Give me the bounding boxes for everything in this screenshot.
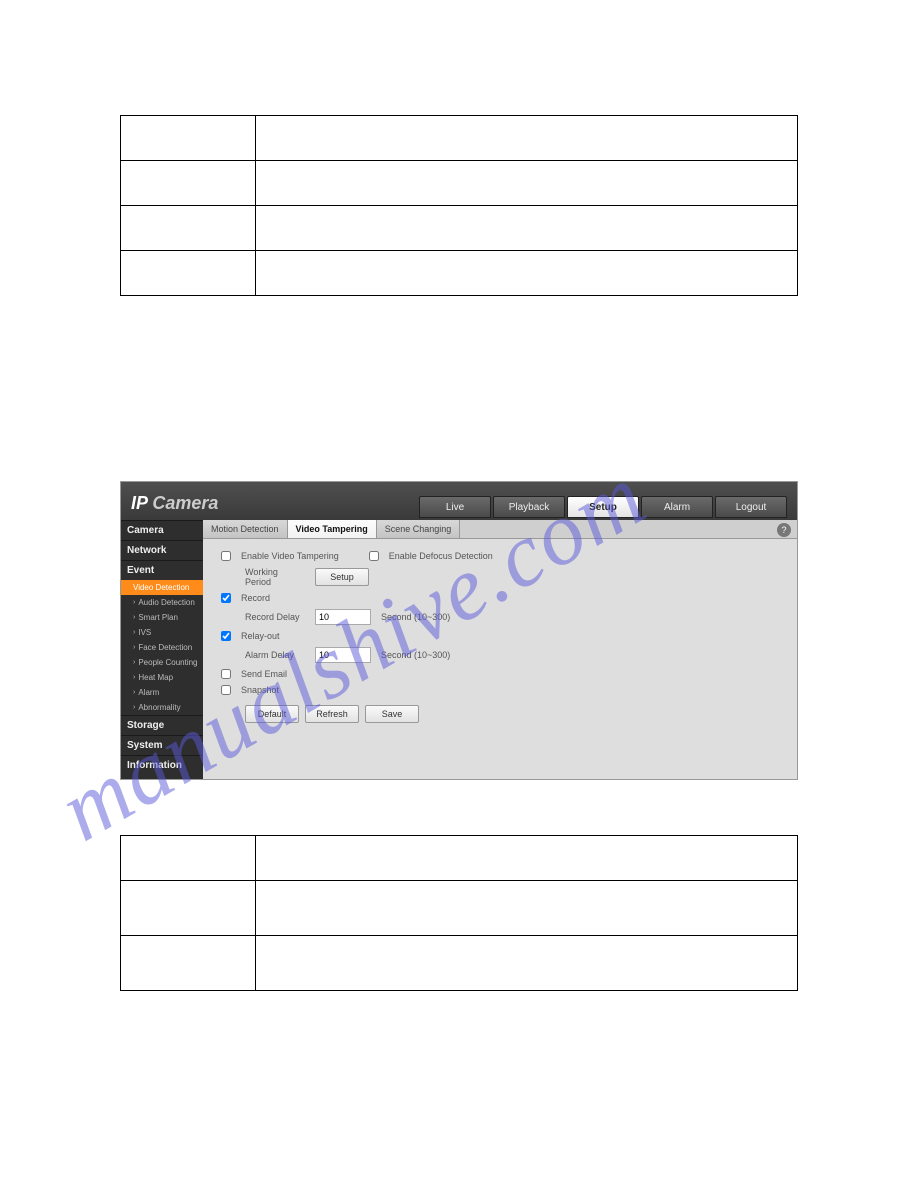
table-cell bbox=[121, 116, 256, 161]
table-cell bbox=[256, 161, 798, 206]
brand-logo: IP Camera bbox=[131, 493, 218, 514]
sidebar-sub-alarm[interactable]: ›Alarm bbox=[121, 685, 203, 700]
tab-logout[interactable]: Logout bbox=[715, 496, 787, 518]
table-cell bbox=[256, 936, 798, 991]
enable-defocus-detection-checkbox[interactable] bbox=[369, 551, 379, 561]
alarm-delay-label: Alarm Delay bbox=[245, 650, 305, 660]
tab-live[interactable]: Live bbox=[419, 496, 491, 518]
sidebar-item-storage[interactable]: Storage bbox=[121, 715, 203, 735]
embedded-screenshot: IP Camera Live Playback Setup Alarm Logo… bbox=[120, 481, 798, 780]
tab-alarm[interactable]: Alarm bbox=[641, 496, 713, 518]
relay-out-label: Relay-out bbox=[241, 631, 280, 641]
table-cell bbox=[256, 206, 798, 251]
chevron-right-icon: › bbox=[133, 644, 135, 651]
sidebar-sub-abnormality[interactable]: ›Abnormality bbox=[121, 700, 203, 715]
table-cell bbox=[256, 251, 798, 296]
sidebar-sub-face-detection[interactable]: ›Face Detection bbox=[121, 640, 203, 655]
chevron-right-icon: › bbox=[133, 614, 135, 621]
sidebar-item-event[interactable]: Event bbox=[121, 560, 203, 580]
tab-setup[interactable]: Setup bbox=[567, 496, 639, 518]
content-panel: ? Motion Detection Video Tampering Scene… bbox=[203, 520, 797, 779]
default-button[interactable]: Default bbox=[245, 705, 299, 723]
record-delay-label: Record Delay bbox=[245, 612, 305, 622]
table-cell bbox=[256, 881, 798, 936]
table-cell bbox=[121, 161, 256, 206]
relay-out-checkbox[interactable] bbox=[221, 631, 231, 641]
table-cell bbox=[121, 936, 256, 991]
tab-playback[interactable]: Playback bbox=[493, 496, 565, 518]
sidebar-sub-people-counting[interactable]: ›People Counting bbox=[121, 655, 203, 670]
parameter-table-upper bbox=[120, 115, 798, 296]
sidebar-sub-video-detection[interactable]: Video Detection bbox=[121, 580, 203, 595]
alarm-delay-hint: Second (10~300) bbox=[381, 650, 450, 660]
chevron-right-icon: › bbox=[133, 674, 135, 681]
record-delay-input[interactable] bbox=[315, 609, 371, 625]
table-cell bbox=[121, 836, 256, 881]
send-email-label: Send Email bbox=[241, 669, 287, 679]
sidebar-item-network[interactable]: Network bbox=[121, 540, 203, 560]
refresh-button[interactable]: Refresh bbox=[305, 705, 359, 723]
brand-suffix: Camera bbox=[147, 493, 218, 513]
sidebar-item-information[interactable]: Information bbox=[121, 755, 203, 775]
alarm-delay-input[interactable] bbox=[315, 647, 371, 663]
save-button[interactable]: Save bbox=[365, 705, 419, 723]
send-email-checkbox[interactable] bbox=[221, 669, 231, 679]
chevron-right-icon: › bbox=[133, 599, 135, 606]
record-checkbox[interactable] bbox=[221, 593, 231, 603]
chevron-right-icon: › bbox=[133, 659, 135, 666]
sidebar-item-camera[interactable]: Camera bbox=[121, 520, 203, 540]
sub-tab-bar: Motion Detection Video Tampering Scene C… bbox=[203, 520, 797, 539]
record-delay-hint: Second (10~300) bbox=[381, 612, 450, 622]
enable-video-tampering-label: Enable Video Tampering bbox=[241, 551, 339, 561]
sidebar-sub-audio-detection[interactable]: ›Audio Detection bbox=[121, 595, 203, 610]
chevron-right-icon: › bbox=[133, 629, 135, 636]
subtab-video-tampering[interactable]: Video Tampering bbox=[288, 520, 377, 538]
record-label: Record bbox=[241, 593, 270, 603]
brand-prefix: IP bbox=[131, 493, 147, 513]
sidebar-sub-ivs[interactable]: ›IVS bbox=[121, 625, 203, 640]
snapshot-label: Snapshot bbox=[241, 685, 279, 695]
table-cell bbox=[121, 251, 256, 296]
subtab-scene-changing[interactable]: Scene Changing bbox=[377, 520, 461, 538]
sidebar-sub-smart-plan[interactable]: ›Smart Plan bbox=[121, 610, 203, 625]
enable-video-tampering-checkbox[interactable] bbox=[221, 551, 231, 561]
main-tab-bar: Live Playback Setup Alarm Logout bbox=[419, 496, 787, 518]
title-bar: IP Camera Live Playback Setup Alarm Logo… bbox=[121, 482, 797, 520]
chevron-right-icon: › bbox=[133, 704, 135, 711]
enable-defocus-detection-label: Enable Defocus Detection bbox=[389, 551, 493, 561]
sidebar-sub-heat-map[interactable]: ›Heat Map bbox=[121, 670, 203, 685]
sidebar-nav: Camera Network Event Video Detection ›Au… bbox=[121, 520, 203, 779]
setup-button[interactable]: Setup bbox=[315, 568, 369, 586]
subtab-motion-detection[interactable]: Motion Detection bbox=[203, 520, 288, 538]
sidebar-item-system[interactable]: System bbox=[121, 735, 203, 755]
chevron-right-icon: › bbox=[133, 689, 135, 696]
table-cell bbox=[121, 881, 256, 936]
working-period-label: Working Period bbox=[245, 567, 305, 587]
table-cell bbox=[256, 836, 798, 881]
help-icon[interactable]: ? bbox=[777, 523, 791, 537]
table-cell bbox=[256, 116, 798, 161]
table-cell bbox=[121, 206, 256, 251]
parameter-table-lower bbox=[120, 835, 798, 991]
snapshot-checkbox[interactable] bbox=[221, 685, 231, 695]
